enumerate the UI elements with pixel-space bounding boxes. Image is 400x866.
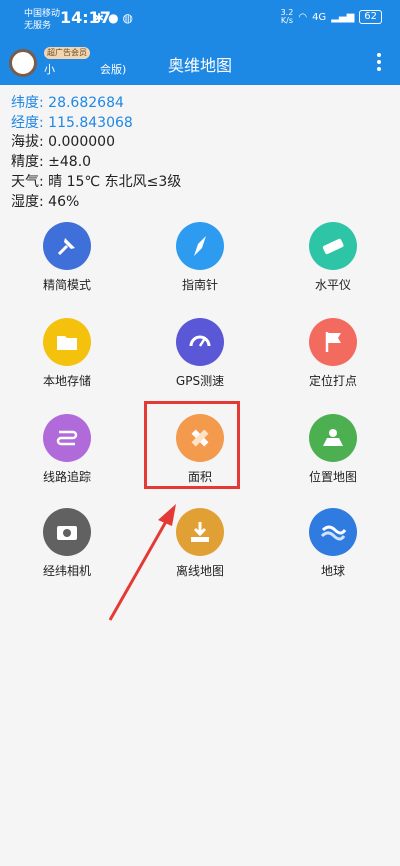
pointer-arrow-icon [108, 504, 176, 621]
